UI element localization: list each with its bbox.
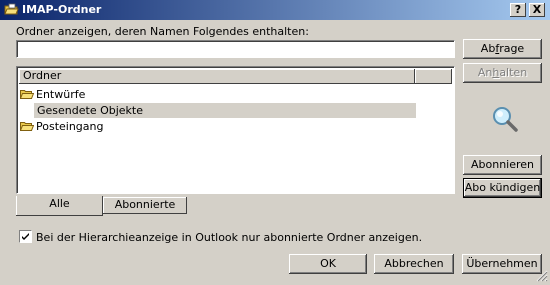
title-bar[interactable]: IMAP-Ordner ? X [0,0,550,20]
help-button[interactable]: ? [510,3,526,17]
tab-alle[interactable]: Alle [16,196,103,216]
stop-button[interactable]: Anhalten [463,63,542,83]
stop-button-label-1: An [477,66,493,79]
subscribed-only-checkbox[interactable] [19,230,32,243]
cancel-button[interactable]: Abbrechen [374,254,454,274]
ok-button[interactable]: OK [289,254,367,274]
close-button[interactable]: X [529,3,545,17]
list-item-posteingang[interactable]: Posteingang [19,119,416,134]
folder-filter-input[interactable] [17,41,454,57]
tab-abonnierte[interactable]: Abonnierte [103,197,187,214]
filter-label: Ordner anzeigen, deren Namen Folgendes e… [16,25,309,38]
window-title: IMAP-Ordner [22,3,102,16]
query-button-label-1: Ab [480,42,496,55]
apply-button[interactable]: Übernehmen [462,254,542,274]
open-folder-icon [19,89,35,100]
open-folder-icon [19,121,35,132]
filter-field-frame [16,40,455,58]
folder-label: Entwürfe [36,88,86,101]
subscribe-button[interactable]: Abonnieren [463,155,542,175]
list-item-entwuerfe[interactable]: Entwürfe [19,87,416,102]
folder-label: Posteingang [36,120,104,133]
folder-label: Gesendete Objekte [37,104,144,117]
list-item-gesendete-objekte[interactable]: Gesendete Objekte [34,103,416,118]
subscribed-only-label[interactable]: Bei der Hierarchieanzeige in Outlook nur… [36,231,422,244]
column-header-empty[interactable] [415,69,452,84]
imap-folder-icon [4,3,19,16]
folder-list[interactable]: Ordner Entwürfe Gesendete Objekte Postei… [16,66,455,194]
magnifier-icon [490,104,520,134]
size-grip-icon[interactable] [536,270,548,282]
stop-button-label-2: alten [499,66,528,79]
query-button[interactable]: Abfrage [463,39,542,59]
check-mark-icon [22,233,29,240]
query-button-label-2: rage [499,42,525,55]
unsubscribe-button[interactable]: Abo kündigen [463,178,542,198]
column-header-folder[interactable]: Ordner [19,69,415,84]
imap-folders-dialog: IMAP-Ordner ? X Ordner anzeigen, deren N… [0,0,550,283]
